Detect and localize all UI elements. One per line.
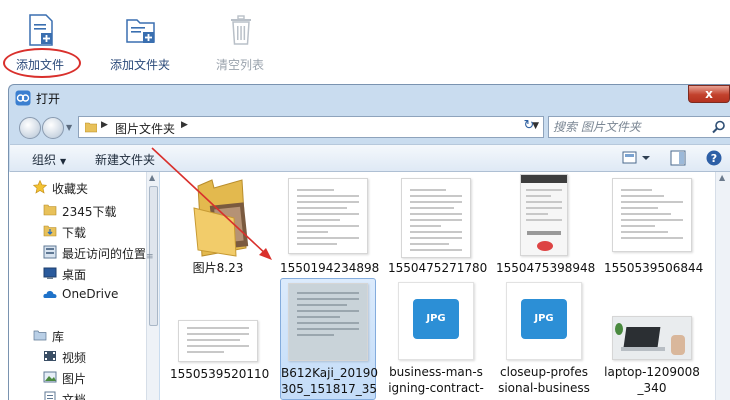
download-folder-icon xyxy=(43,225,57,237)
file-name-line: business-man-s xyxy=(389,365,483,379)
search-box[interactable] xyxy=(548,116,730,138)
nav-item-label: 视频 xyxy=(62,351,87,365)
file-item-image[interactable]: 1550194234898 xyxy=(280,174,380,294)
app-icon xyxy=(15,90,31,106)
breadcrumb-arrow-icon[interactable]: ▶ xyxy=(101,120,108,130)
add-folder-button[interactable]: 添加文件夹 xyxy=(100,10,180,76)
refresh-button[interactable]: ↻ xyxy=(514,116,544,138)
nav-item-label: 下载 xyxy=(62,226,87,240)
file-item-jpg[interactable]: JPG business-man-s igning-contract- xyxy=(388,278,484,400)
document-thumbnail xyxy=(401,178,471,258)
jpg-badge: JPG xyxy=(521,299,567,339)
navigation-scrollbar[interactable]: ▲ xyxy=(146,172,159,400)
nav-item-label: 文档 xyxy=(62,393,87,400)
document-thumbnail xyxy=(178,320,258,362)
file-item-image[interactable]: laptop-1209008 _340 xyxy=(604,278,700,400)
nav-item-label: 2345下载 xyxy=(62,205,117,219)
file-list: 图片8.23 1550194234898 1550475271780 15504… xyxy=(160,172,730,400)
desktop-icon xyxy=(43,267,57,279)
jpg-file-icon: JPG xyxy=(506,282,582,360)
pane-splitter[interactable]: ≡ xyxy=(146,252,154,262)
file-item-jpg[interactable]: JPG closeup-profes sional-business xyxy=(496,278,592,400)
folder-icon xyxy=(43,204,57,216)
file-name: 1550475271780 xyxy=(388,261,488,275)
documents-library-icon xyxy=(44,391,56,400)
search-input[interactable] xyxy=(553,119,703,135)
file-item-image[interactable]: 1550475271780 xyxy=(388,174,488,294)
library-icon xyxy=(33,330,47,341)
file-name-line: sional-business xyxy=(498,381,590,395)
file-name: 1550539506844 xyxy=(604,261,704,275)
nav-item-label: 最近访问的位置 xyxy=(62,247,147,261)
nav-item-label: 库 xyxy=(52,330,65,344)
file-name-line: closeup-profes xyxy=(500,365,588,379)
star-icon xyxy=(33,180,47,194)
recent-places-icon xyxy=(43,245,57,259)
file-name: 1550475398948 xyxy=(496,261,596,275)
jpg-badge: JPG xyxy=(413,299,459,339)
file-name-line: laptop-1209008 xyxy=(604,365,700,379)
close-button[interactable]: x xyxy=(688,85,730,103)
nav-item-label: 收藏夹 xyxy=(52,182,89,196)
file-name: 图片8.23 xyxy=(192,261,244,275)
trash-icon xyxy=(231,15,251,45)
dialog-title: 打开 xyxy=(36,92,61,106)
file-name: 1550194234898 xyxy=(280,261,380,275)
organize-menu-button[interactable]: 组织 ▼ xyxy=(32,151,66,168)
clear-list-button[interactable]: 清空列表 xyxy=(200,10,280,76)
add-folder-icon xyxy=(126,19,155,43)
back-button[interactable] xyxy=(19,117,41,139)
app-toolbar: 添加文件 添加文件夹 清空列表 xyxy=(0,0,730,84)
new-folder-button[interactable]: 新建文件夹 xyxy=(95,151,155,168)
svg-text:?: ? xyxy=(711,152,717,165)
laptop-photo-thumbnail xyxy=(612,316,692,360)
file-name-line: igning-contract- xyxy=(388,381,484,395)
annotation-circle xyxy=(3,48,81,78)
breadcrumb-arrow-icon[interactable]: ▶ xyxy=(181,120,188,130)
forward-button[interactable] xyxy=(42,117,64,139)
change-view-icon[interactable] xyxy=(622,150,652,166)
command-bar: 组织 ▼ 新建文件夹 ? xyxy=(10,144,730,172)
nav-item-label: OneDrive xyxy=(62,287,119,301)
address-row: ▼ ▶ 图片文件夹 ▶ ▼ ↻ xyxy=(9,111,730,141)
chevron-down-icon: ▼ xyxy=(60,157,67,166)
add-file-icon xyxy=(29,14,53,46)
recent-pages-dropdown-icon[interactable]: ▼ xyxy=(66,123,72,132)
breadcrumb-folder[interactable]: 图片文件夹 xyxy=(115,120,175,137)
preview-pane-icon[interactable] xyxy=(670,150,686,166)
video-library-icon xyxy=(44,351,56,361)
pictures-library-icon xyxy=(43,371,57,383)
onedrive-icon xyxy=(43,290,57,298)
navigation-pane: 收藏夹 2345下载 下载 最近访问的位置 桌面 OneDrive 库 视频 图… xyxy=(9,172,159,400)
file-name-line: 305_151817_35 xyxy=(281,382,377,396)
file-name-line: B612Kaji_20190 xyxy=(281,366,378,380)
document-thumbnail xyxy=(612,178,692,252)
organize-label: 组织 xyxy=(32,153,57,167)
phone-screenshot-thumbnail xyxy=(520,174,568,256)
help-icon[interactable]: ? xyxy=(706,150,722,166)
scroll-up-arrow-icon[interactable]: ▲ xyxy=(149,173,155,182)
scroll-up-arrow-icon[interactable]: ▲ xyxy=(719,173,725,182)
folder-icon xyxy=(85,122,97,133)
file-list-scrollbar[interactable]: ▲ xyxy=(715,172,730,400)
search-icon[interactable] xyxy=(712,120,726,134)
file-item-image[interactable]: 1550475398948 xyxy=(496,174,596,294)
photo-thumbnail xyxy=(288,283,368,361)
address-bar[interactable]: ▶ 图片文件夹 ▶ ▼ xyxy=(78,116,544,138)
file-item-image-selected[interactable]: B612Kaji_20190 305_151817_35 xyxy=(280,278,378,400)
jpg-file-icon: JPG xyxy=(398,282,474,360)
nav-item-label: 桌面 xyxy=(62,268,87,282)
add-folder-label: 添加文件夹 xyxy=(109,58,170,72)
nav-item-label: 图片 xyxy=(62,372,87,386)
refresh-icon: ↻ xyxy=(523,118,535,133)
file-item-image[interactable]: 1550539506844 xyxy=(604,174,704,294)
file-item-image[interactable]: 1550539520110 xyxy=(170,278,270,398)
document-thumbnail xyxy=(288,178,368,254)
clear-list-label: 清空列表 xyxy=(215,58,264,72)
file-item-folder[interactable]: 图片8.23 xyxy=(170,174,266,294)
folder-icon xyxy=(193,179,249,257)
file-name: 1550539520110 xyxy=(170,367,270,381)
dialog-titlebar[interactable]: 打开 x xyxy=(9,85,730,111)
file-name-line: _340 xyxy=(637,381,667,395)
